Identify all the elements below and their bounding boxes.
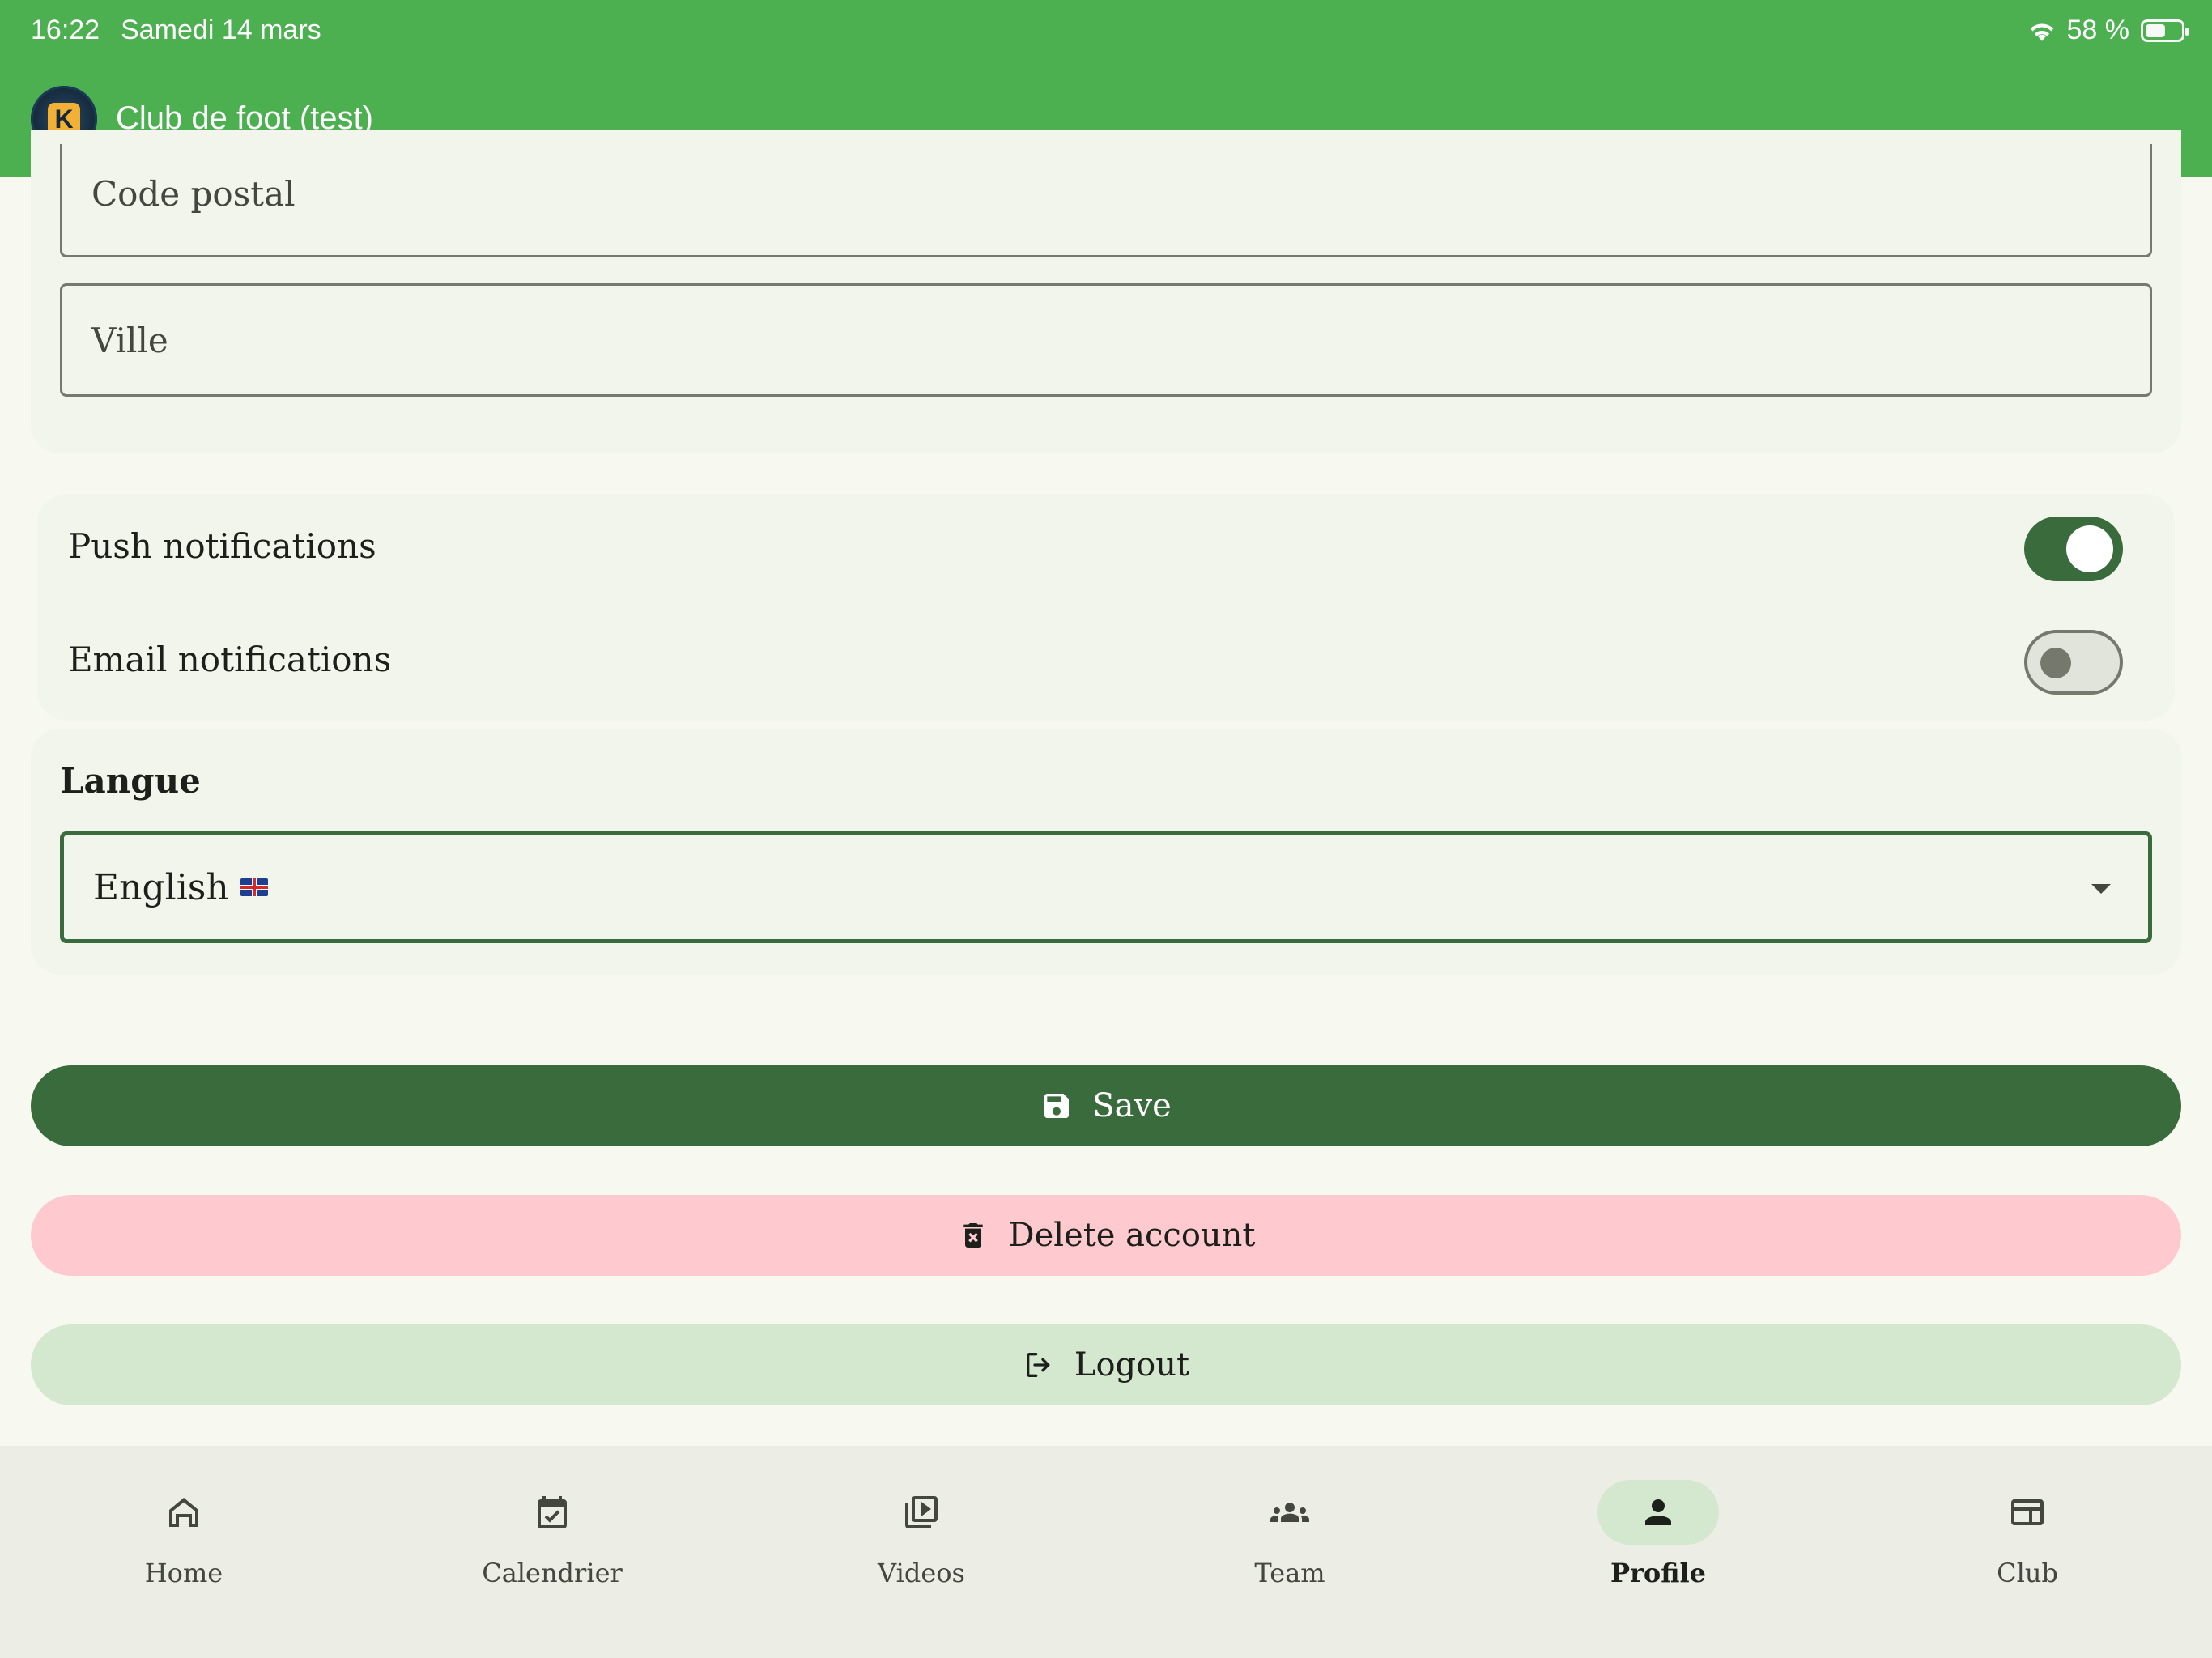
save-label: Save (1092, 1087, 1172, 1124)
push-notifications-label: Push notifications (68, 526, 376, 566)
postal-code-placeholder: Code postal (91, 174, 296, 214)
delete-forever-icon (963, 1223, 983, 1248)
email-notifications-toggle[interactable] (2024, 630, 2123, 695)
save-button[interactable]: Save (31, 1065, 2181, 1146)
push-notifications-toggle[interactable] (2024, 517, 2123, 581)
language-selected-value: English (93, 866, 229, 908)
status-date: Samedi 14 mars (121, 15, 321, 45)
delete-account-label: Delete account (1008, 1217, 1256, 1254)
person-icon (1645, 1499, 1671, 1525)
logout-button[interactable]: Logout (31, 1324, 2181, 1405)
nav-label-videos: Videos (878, 1558, 965, 1588)
postal-code-field[interactable]: Code postal (60, 144, 2152, 257)
video-library-icon (905, 1496, 938, 1528)
calendar-icon (538, 1496, 567, 1528)
nav-item-profile[interactable]: Profile (1553, 1480, 1763, 1609)
status-time: 16:22 (31, 15, 100, 45)
home-icon (169, 1498, 198, 1527)
status-bar-left: 16:22 Samedi 14 mars (31, 15, 321, 46)
logout-icon (1026, 1353, 1050, 1377)
city-placeholder: Ville (91, 320, 168, 360)
language-select[interactable]: English (60, 831, 2152, 943)
nav-label-profile: Profile (1610, 1558, 1707, 1588)
nav-item-club[interactable]: Club (1922, 1480, 2133, 1609)
nav-icon-container (1229, 1480, 1351, 1545)
language-label: Langue (60, 761, 201, 801)
nav-icon-container (861, 1480, 982, 1545)
nav-label-home: Home (144, 1558, 223, 1588)
battery-percent: 58 % (2066, 15, 2130, 45)
nav-label-club: Club (1997, 1558, 2058, 1588)
dropdown-arrow-icon (2091, 884, 2111, 894)
nav-label-team: Team (1254, 1558, 1325, 1588)
nav-icon-container (1967, 1480, 2088, 1545)
bottom-navigation: Home Calendrier Videos Team Profile Club (0, 1446, 2212, 1658)
nav-item-team[interactable]: Team (1185, 1480, 1395, 1609)
nav-item-calendar[interactable]: Calendrier (447, 1480, 657, 1609)
status-bar-right: 58 % (2028, 15, 2189, 46)
nav-icon-container (1597, 1480, 1719, 1545)
city-field[interactable]: Ville (60, 283, 2152, 397)
nav-label-calendar: Calendrier (482, 1558, 623, 1588)
delete-account-button[interactable]: Delete account (31, 1195, 2181, 1276)
groups-icon (1270, 1503, 1309, 1522)
nav-item-home[interactable]: Home (79, 1480, 289, 1609)
club-icon (2011, 1499, 2044, 1525)
nav-icon-container (491, 1480, 613, 1545)
wifi-icon (2030, 23, 2053, 41)
uk-flag-icon (240, 878, 268, 896)
save-icon (1044, 1094, 1070, 1118)
nav-icon-container (123, 1480, 245, 1545)
toggle-knob (2040, 648, 2071, 678)
email-notifications-label: Email notifications (68, 640, 392, 679)
nav-item-videos[interactable]: Videos (816, 1480, 1027, 1609)
toggle-knob (2066, 525, 2113, 572)
logout-label: Logout (1074, 1346, 1190, 1384)
battery-icon (2141, 19, 2189, 42)
